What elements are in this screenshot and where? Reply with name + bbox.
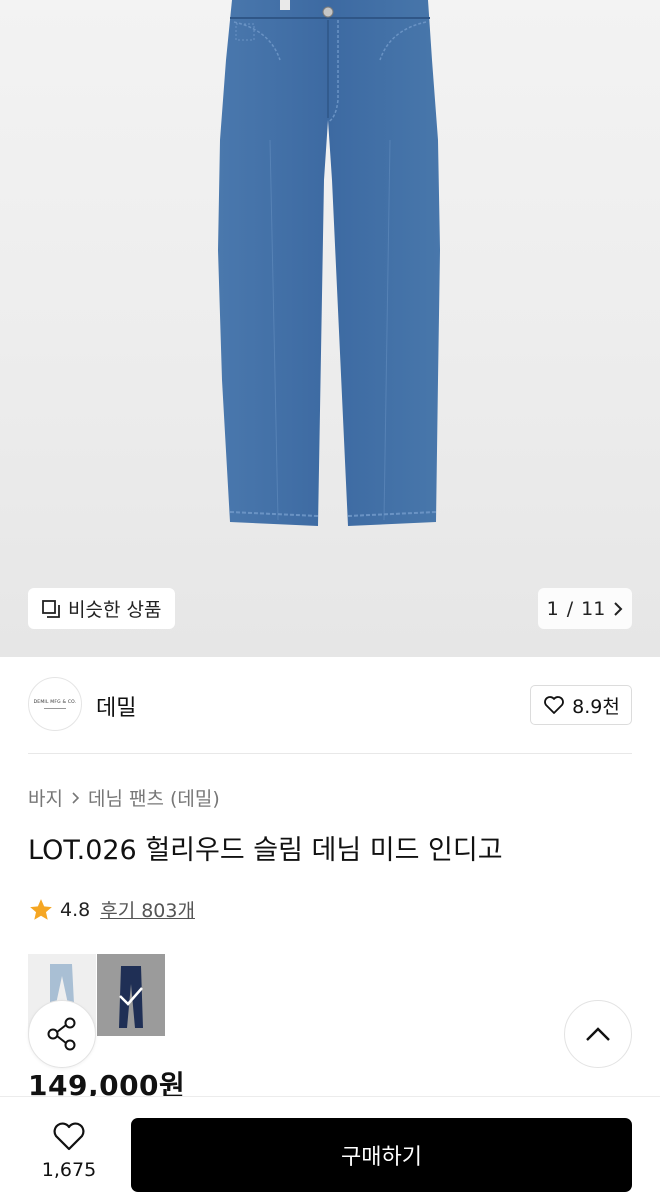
chevron-up-icon — [586, 1027, 610, 1041]
star-icon — [30, 898, 52, 920]
similar-items-icon — [42, 599, 60, 618]
breadcrumb: 바지 데님 팬츠 (데밀) — [28, 784, 220, 811]
product-like-button[interactable]: 1,675 — [36, 1119, 102, 1181]
breadcrumb-subcategory[interactable]: 데님 팬츠 (데밀) — [88, 784, 220, 811]
heart-icon — [53, 1122, 85, 1151]
breadcrumb-category[interactable]: 바지 — [28, 784, 63, 811]
brand-like-count: 8.9천 — [572, 695, 620, 718]
share-button[interactable] — [28, 1000, 96, 1068]
product-like-count: 1,675 — [41, 1159, 97, 1181]
brand-logo-line — [44, 707, 66, 709]
similar-products-label: 비슷한 상품 — [68, 599, 162, 621]
color-option-indigo-selected[interactable] — [97, 954, 165, 1036]
brand-logo[interactable]: DEMIL MFG & CO. — [28, 677, 82, 731]
reviews-link[interactable]: 후기 803개 — [100, 896, 195, 923]
product-image-jeans — [218, 0, 440, 526]
pager-current: 1 — [546, 597, 559, 620]
scroll-top-button[interactable] — [564, 1000, 632, 1068]
rating-row: 4.8 후기 803개 — [28, 896, 195, 923]
brand-row: DEMIL MFG & CO. 데밀 8.9천 — [0, 657, 660, 754]
pager-total: 11 — [581, 597, 606, 620]
share-icon — [47, 1017, 76, 1051]
check-icon — [119, 987, 143, 1006]
divider — [28, 753, 632, 754]
bottom-action-bar: 1,675 구매하기 — [0, 1096, 660, 1200]
heart-icon — [544, 696, 565, 714]
product-title: LOT.026 헐리우드 슬림 데님 미드 인디고 — [28, 835, 503, 866]
brand-like-button[interactable]: 8.9천 — [530, 685, 632, 725]
brand-name[interactable]: 데밀 — [96, 690, 136, 722]
buy-button[interactable]: 구매하기 — [131, 1118, 632, 1192]
product-image-gallery[interactable]: 비슷한 상품 1 / 11 — [0, 0, 660, 657]
chevron-right-icon — [72, 791, 80, 804]
chevron-right-icon — [614, 601, 623, 616]
image-pager[interactable]: 1 / 11 — [538, 588, 632, 629]
similar-products-button[interactable]: 비슷한 상품 — [28, 588, 176, 629]
pager-separator: / — [566, 597, 574, 620]
brand-logo-text: DEMIL MFG & CO. — [33, 699, 77, 705]
rating-score: 4.8 — [60, 898, 91, 921]
